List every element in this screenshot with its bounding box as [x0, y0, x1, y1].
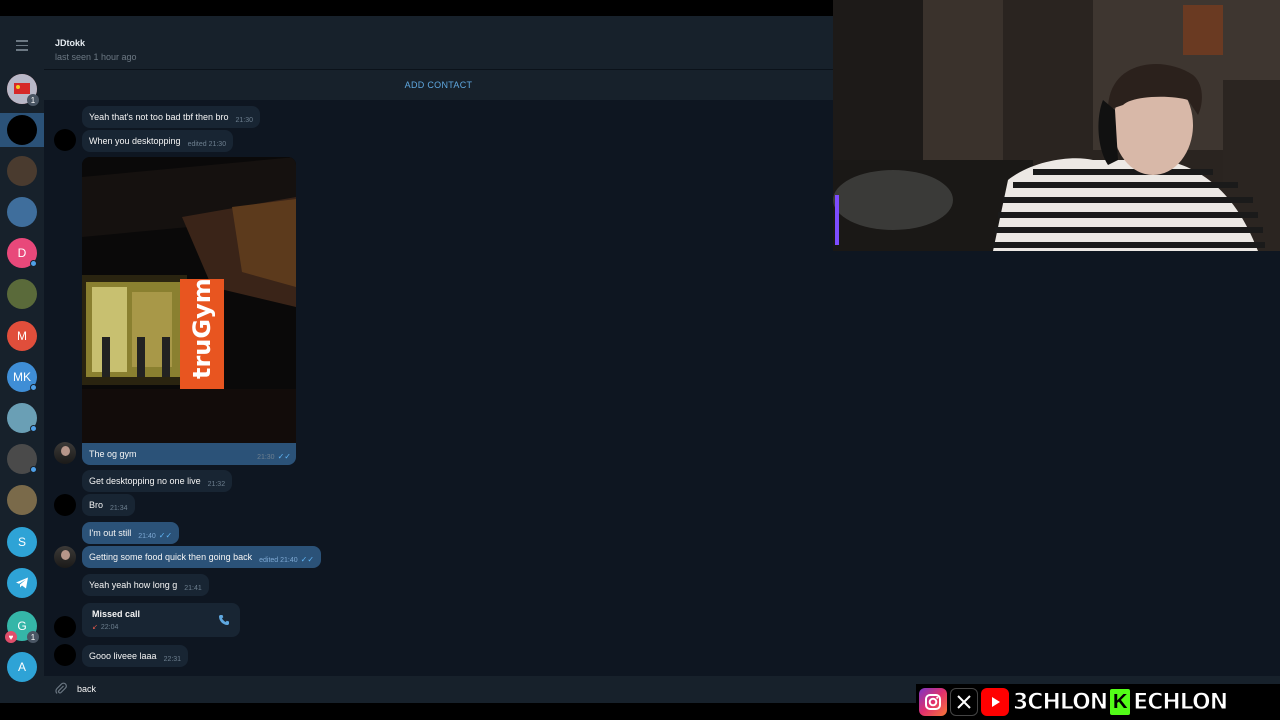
chat-item-active[interactable]: [0, 113, 44, 147]
read-checks-icon: ✓✓: [300, 555, 315, 564]
unread-badge: 1: [27, 94, 39, 106]
chat-avatar-mk[interactable]: MK: [7, 362, 37, 392]
message-time: 21:30: [235, 117, 254, 124]
photo-sign-text: truGym: [188, 278, 216, 379]
message-time: 21:40: [138, 533, 156, 540]
sender-avatar[interactable]: [54, 129, 76, 151]
chat-avatar-telegram[interactable]: [7, 568, 37, 598]
avatar-letter: M: [17, 329, 27, 343]
avatar-letter: A: [17, 660, 26, 674]
message-time: 22:31: [163, 656, 182, 663]
sender-avatar[interactable]: [54, 616, 76, 638]
message-text: Getting some food quick then going back: [89, 552, 253, 562]
message-text: Yeah yeah how long g: [89, 580, 178, 590]
message-text: Yeah that's not too bad tbf then bro: [89, 112, 229, 122]
message-time: 21:34: [110, 505, 128, 512]
screen: 1 D M MK S G ♥ 1 A JDtokk last seen 1 ho…: [0, 0, 1280, 720]
chat-avatar-d[interactable]: D: [7, 238, 37, 268]
read-checks-icon: ✓✓: [158, 531, 173, 540]
online-dot: [30, 466, 37, 473]
online-dot: [30, 384, 37, 391]
chat-last-seen: last seen 1 hour ago: [55, 52, 137, 62]
missed-call-bubble[interactable]: Missed call ↙ 22:04: [82, 603, 240, 637]
chat-avatar-flag[interactable]: 1: [7, 74, 39, 106]
message-bubble[interactable]: Yeah that's not too bad tbf then bro 21:3…: [82, 106, 261, 128]
chat-avatar-photo-1[interactable]: [7, 156, 37, 186]
phone-icon[interactable]: [218, 614, 230, 626]
message-bubble[interactable]: Yeah yeah how long g 21:41: [82, 574, 209, 596]
chat-avatar-m[interactable]: M: [7, 321, 37, 351]
chat-title[interactable]: JDtokk: [55, 38, 85, 48]
message-bubble-outgoing[interactable]: I'm out still 21:40 ✓✓: [82, 522, 180, 544]
message-time: 21:32: [207, 481, 226, 488]
chat-avatar-photo-4[interactable]: [7, 403, 37, 433]
message-text: The og gym: [89, 449, 137, 459]
missed-call-arrow-icon: ↙: [92, 624, 98, 631]
chat-avatar-g[interactable]: G ♥ 1: [5, 611, 39, 643]
kick-icon[interactable]: K: [1110, 689, 1131, 715]
message-list: Yeah that's not too bad tbf then bro 21:3…: [44, 100, 833, 673]
add-contact-button[interactable]: ADD CONTACT: [44, 70, 833, 100]
message-text: When you desktopping: [89, 136, 181, 146]
avatar-letter: S: [17, 535, 26, 549]
chat-avatar-a[interactable]: A: [7, 652, 37, 682]
x-icon[interactable]: [950, 688, 978, 716]
message-time: 21:30: [257, 454, 275, 461]
avatar-letter: D: [17, 246, 27, 260]
unread-badge: 1: [27, 631, 39, 643]
message-bubble[interactable]: When you desktopping edited 21:30: [82, 130, 234, 152]
photo-caption-bubble[interactable]: The og gym 21:30 ✓✓: [82, 443, 296, 465]
webcam-overlay: [833, 0, 1280, 251]
avatar: [7, 115, 37, 145]
chat-avatar-photo-3[interactable]: [7, 279, 37, 309]
message-bubble-outgoing[interactable]: Getting some food quick then going back e…: [82, 546, 322, 568]
gym-photo[interactable]: truGym: [82, 157, 296, 443]
message-time: 21:41: [184, 585, 202, 592]
attach-icon[interactable]: [54, 682, 68, 696]
chat-avatar-photo-2[interactable]: [7, 197, 37, 227]
chat-avatar-photo-5[interactable]: [7, 444, 37, 474]
webcam-image: [833, 0, 1280, 251]
x-glyph: [957, 695, 971, 709]
brand-left: 3CHLON: [1012, 689, 1108, 715]
message-text: I'm out still: [89, 528, 132, 538]
message-bubble[interactable]: Gooo liveee laaa 22:31: [82, 645, 189, 667]
instagram-glyph: [925, 694, 941, 710]
youtube-icon[interactable]: [981, 688, 1009, 716]
top-black-bar: [0, 0, 833, 16]
brand-right: ECHLON: [1133, 689, 1229, 715]
message-text: Get desktopping no one live: [89, 476, 201, 486]
sender-avatar[interactable]: [54, 644, 76, 666]
sender-avatar[interactable]: [54, 494, 76, 516]
chat-header: JDtokk last seen 1 hour ago: [44, 16, 833, 70]
message-bubble[interactable]: Get desktopping no one live 21:32: [82, 470, 233, 492]
avatar-letter: G: [17, 619, 27, 633]
heart-icon: ♥: [5, 631, 17, 643]
my-avatar[interactable]: [54, 442, 76, 464]
message-input[interactable]: back: [77, 681, 96, 697]
message-bubble[interactable]: Bro 21:34: [82, 494, 135, 516]
socials-overlay: 3CHLON K ECHLON: [916, 684, 1280, 720]
message-text: Gooo liveee laaa: [89, 651, 157, 661]
menu-icon[interactable]: [12, 40, 32, 54]
message-time: edited 21:30: [187, 141, 227, 148]
message-time: edited 21:40: [259, 557, 298, 564]
instagram-icon[interactable]: [919, 688, 947, 716]
avatar-letter: MK: [13, 370, 31, 384]
read-checks-icon: ✓✓: [277, 452, 291, 461]
photo-image: truGym: [82, 157, 296, 443]
play-glyph: [992, 697, 1000, 707]
call-time: 22:04: [100, 624, 119, 631]
message-text: Bro: [89, 500, 104, 510]
online-dot: [30, 260, 37, 267]
my-avatar[interactable]: [54, 546, 76, 568]
telegram-icon: [16, 577, 28, 589]
call-title: Missed call: [92, 609, 141, 619]
online-dot: [30, 425, 37, 432]
chat-avatar-photo-6[interactable]: [7, 485, 37, 515]
chat-list-sidebar: 1 D M MK S G ♥ 1 A: [0, 16, 44, 706]
chat-avatar-s[interactable]: S: [7, 527, 37, 557]
